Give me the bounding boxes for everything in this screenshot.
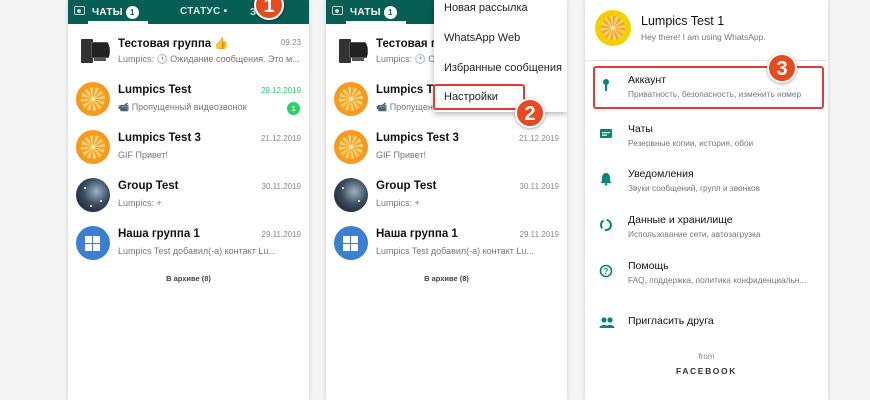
camera-icon[interactable] — [332, 6, 343, 15]
chat-time: 29.11.2019 — [261, 230, 301, 239]
profile-avatar[interactable] — [595, 10, 631, 46]
settings-item-help[interactable]: ? Помощь FAQ, поддержка, политика конфид… — [585, 254, 828, 290]
chat-name: Lumpics Test 3 — [118, 132, 201, 144]
avatar — [76, 130, 110, 164]
settings-item-data-storage[interactable]: Данные и хранилище Использование сети, а… — [585, 208, 828, 244]
avatar — [334, 82, 368, 116]
highlight-settings — [433, 84, 525, 110]
chat-time: 29.12.2019 — [260, 86, 301, 95]
chat-name: Lumpics Test — [118, 84, 192, 96]
avatar — [76, 226, 110, 260]
chat-row[interactable]: Тестовая группа 👍 09:23 Lumpics: 🕐 Ожида… — [68, 30, 309, 78]
menu-item-starred[interactable]: Избранные сообщения — [444, 62, 562, 74]
tab-chats[interactable]: ЧАТЫ 1 — [350, 6, 397, 19]
tab-chats-label: ЧАТЫ — [92, 7, 123, 19]
chat-time: 21.12.2019 — [260, 134, 301, 143]
archived-link[interactable]: В архиве (8) — [68, 274, 309, 283]
settings-item-subtitle: Резервные копии, история, обои — [628, 138, 754, 148]
chat-icon — [599, 127, 613, 141]
settings-item-subtitle: Использование сети, автозагрузка — [628, 229, 761, 239]
settings-item-subtitle: Звуки сообщений, групп и звонков — [628, 183, 760, 193]
settings-item-subtitle: FAQ, поддержка, политика конфиденциальн.… — [628, 275, 807, 285]
avatar — [76, 178, 110, 212]
chat-name: Group Test — [376, 180, 437, 192]
chat-row[interactable]: Lumpics Test 3 21.12.2019 GIF Привет! — [326, 126, 567, 174]
tab-chats-badge: 1 — [125, 6, 139, 19]
chat-name: Наша группа 1 — [376, 228, 458, 240]
chat-preview: Lumpics: + — [118, 198, 162, 208]
settings-item-notifications[interactable]: Уведомления Звуки сообщений, групп и зво… — [585, 162, 828, 198]
chat-preview: 📹 Пропущенный видеозвонок — [118, 102, 247, 112]
settings-item-title: Данные и хранилище — [628, 214, 733, 226]
menu-item-whatsapp-web[interactable]: WhatsApp Web — [444, 32, 520, 44]
chat-time: 30.11.2019 — [519, 182, 559, 191]
profile-name: Lumpics Test 1 — [641, 14, 725, 28]
chat-row[interactable]: Lumpics Test 3 21.12.2019 GIF Привет! — [68, 126, 309, 174]
chat-time: 09:23 — [280, 38, 301, 47]
bell-icon — [599, 172, 613, 186]
unread-badge: 1 — [287, 102, 300, 115]
chat-name: Lumpics Test 3 — [376, 132, 459, 144]
footer-brand: FACEBOOK — [676, 366, 737, 376]
chat-row[interactable]: Group Test 30.11.2019 Lumpics: + — [326, 174, 567, 222]
chat-name: Group Test — [118, 180, 179, 192]
chat-row[interactable]: Наша группа 1 29.11.2019 Lumpics Test до… — [68, 222, 309, 270]
chat-preview: GIF Привет! — [376, 150, 427, 160]
phone-screen-menu: ЧАТЫ1 Тестовая группа 👍 Lumpics: 🕐 Ожида… — [326, 0, 567, 400]
tab-status[interactable]: СТАТУС • — [180, 6, 227, 17]
settings-item-invite[interactable]: Пригласить друга — [585, 306, 828, 342]
tab-chats[interactable]: ЧАТЫ 1 — [92, 6, 139, 19]
avatar — [334, 34, 368, 68]
tab-active-indicator — [346, 21, 406, 24]
chat-row[interactable]: Lumpics Test 29.12.2019 📹 Пропущенный ви… — [68, 78, 309, 126]
settings-item-title: Чаты — [628, 123, 653, 135]
chat-preview: Lumpics Test добавил(-а) контакт Lu... — [118, 246, 276, 256]
chat-row[interactable]: Наша группа 1 29.11.2019 Lumpics Test до… — [326, 222, 567, 270]
chat-time: 30.11.2019 — [261, 182, 301, 191]
svg-text:?: ? — [604, 267, 609, 276]
step-marker-2: 2 — [515, 98, 545, 128]
tab-active-indicator — [88, 21, 148, 24]
avatar — [334, 178, 368, 212]
settings-item-title: Помощь — [628, 260, 669, 272]
chat-preview: Lumpics: + — [376, 198, 420, 208]
chat-preview: Lumpics Test добавил(-а) контакт Lu... — [376, 246, 534, 256]
chat-time: 21.12.2019 — [518, 134, 559, 143]
avatar — [334, 226, 368, 260]
tab-chats-label: ЧАТЫ — [350, 7, 381, 19]
chat-name: Наша группа 1 — [118, 228, 200, 240]
step-marker-3: 3 — [767, 53, 797, 83]
settings-item-chats[interactable]: Чаты Резервные копии, история, обои — [585, 117, 828, 153]
footer-from: from — [698, 352, 715, 361]
chat-preview: GIF Привет! — [118, 150, 169, 160]
chat-row[interactable]: Group Test 30.11.2019 Lumpics: + — [68, 174, 309, 222]
settings-item-title: Пригласить друга — [628, 315, 714, 327]
avatar — [334, 130, 368, 164]
avatar — [76, 34, 110, 68]
camera-icon[interactable] — [74, 6, 85, 15]
settings-item-title: Уведомления — [628, 168, 694, 180]
people-icon — [599, 316, 615, 330]
avatar — [76, 82, 110, 116]
menu-item-new-broadcast[interactable]: Новая рассылка — [444, 2, 528, 14]
chat-preview: Lumpics: 🕐 Ожидание сообщения. Это м... — [118, 54, 300, 64]
phone-screen-chats: ЧАТЫ1 СТАТУС • ЗВ13 Тестовая группа 👍 09… — [68, 0, 309, 400]
chat-name: Тестовая группа 👍 — [118, 38, 229, 50]
help-icon: ? — [599, 264, 613, 278]
chat-time: 29.11.2019 — [519, 230, 559, 239]
data-icon — [599, 218, 613, 232]
archived-link[interactable]: В архиве (8) — [326, 274, 567, 283]
profile-status: Hey there! I am using WhatsApp. — [641, 32, 766, 42]
tab-chats-badge: 1 — [383, 6, 397, 19]
